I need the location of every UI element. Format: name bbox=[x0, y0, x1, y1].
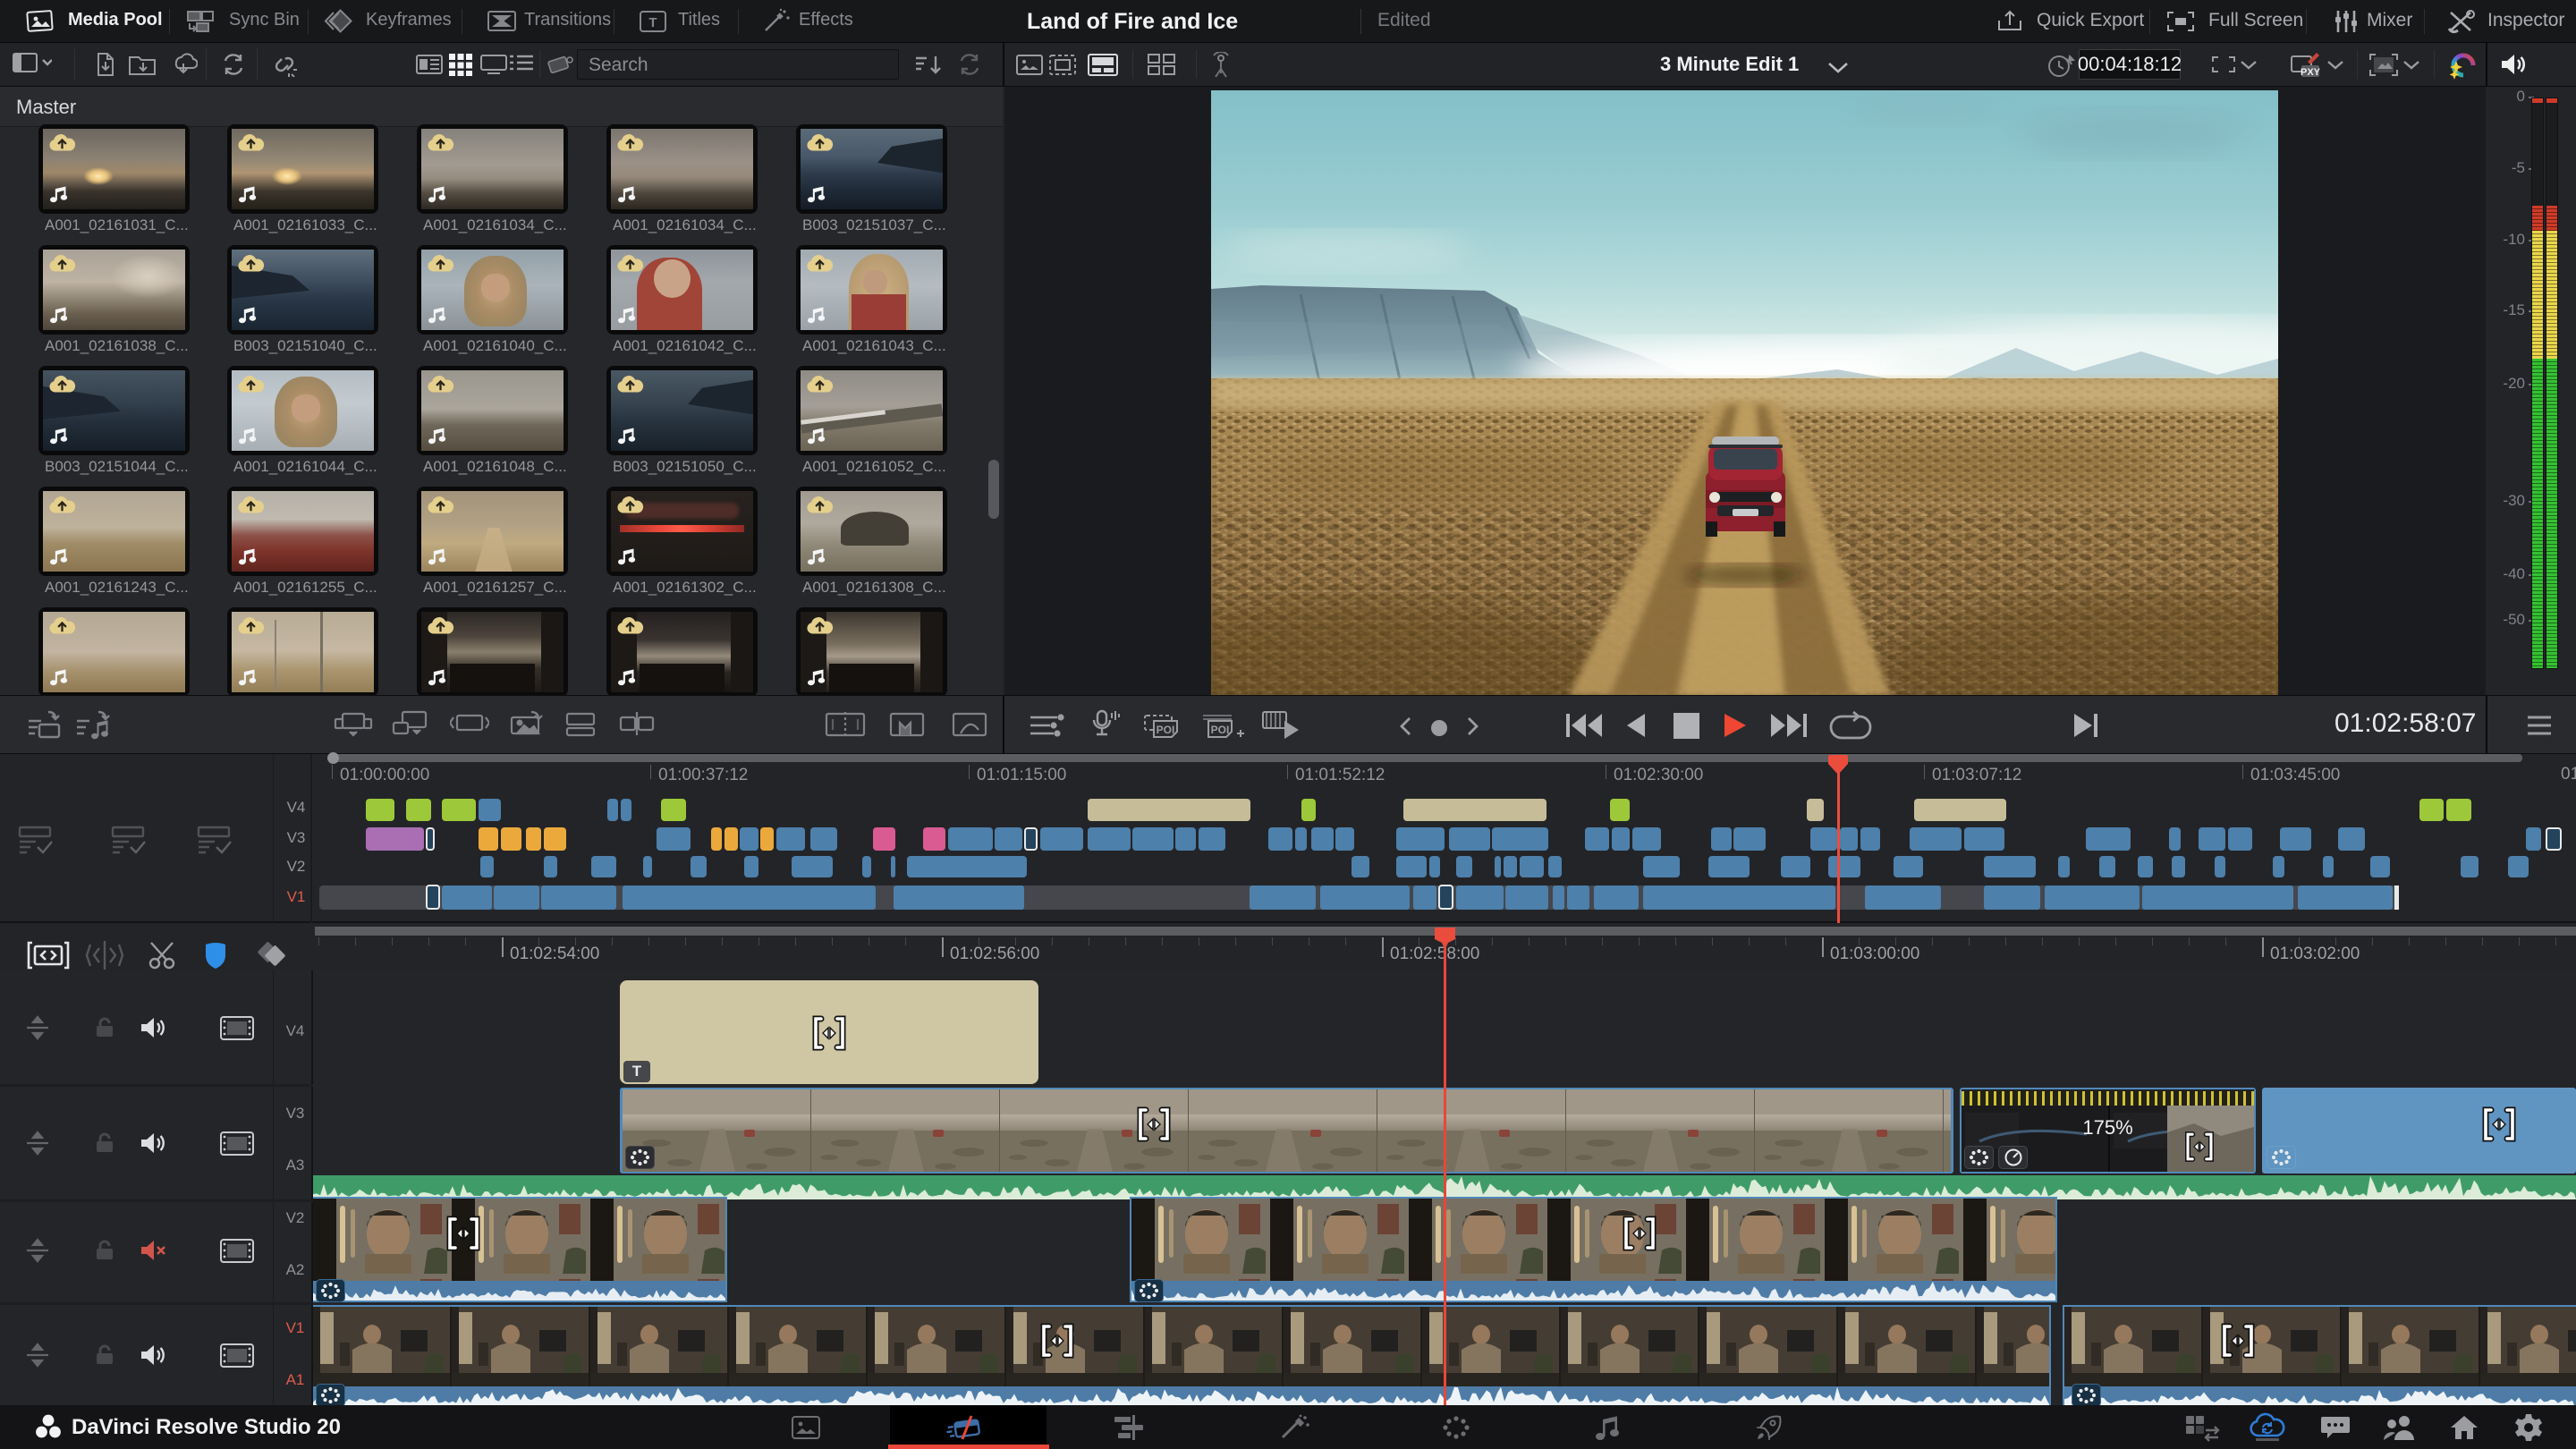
svg-text:POI: POI bbox=[1211, 724, 1230, 736]
svg-text:POI: POI bbox=[1157, 724, 1175, 736]
svg-text:T: T bbox=[648, 15, 657, 30]
svg-text:PXY: PXY bbox=[2301, 67, 2321, 78]
